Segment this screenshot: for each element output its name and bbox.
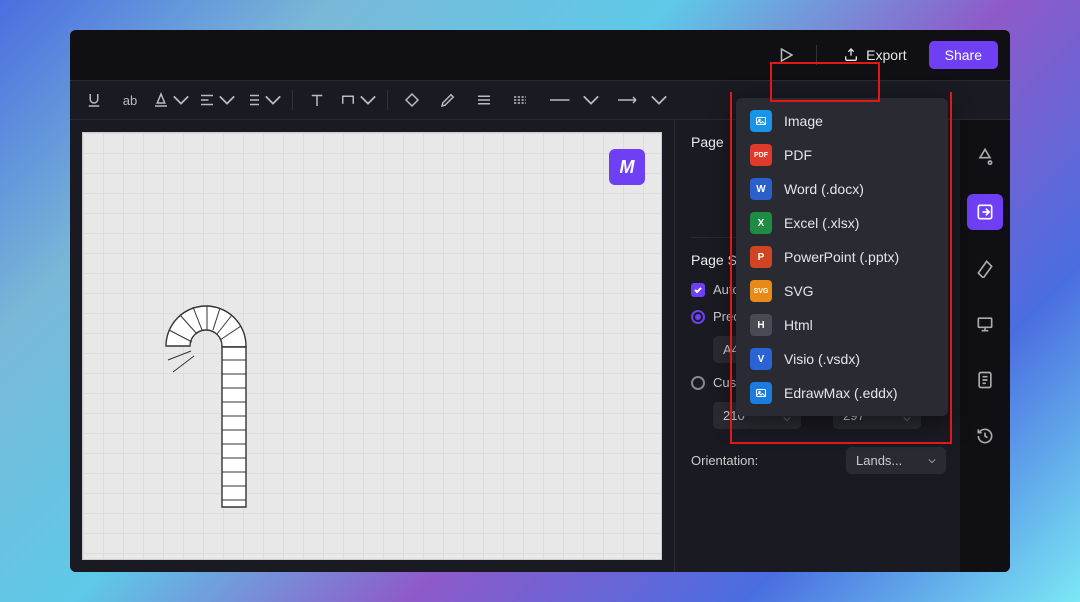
text-tool-button[interactable]: [301, 86, 333, 114]
chevron-down-icon: [928, 457, 936, 465]
export-menu-item-label: PowerPoint (.pptx): [784, 249, 899, 265]
file-type-icon: W: [750, 178, 772, 200]
share-label: Share: [945, 47, 982, 63]
underline-button[interactable]: [78, 86, 110, 114]
export-menu-item[interactable]: V Visio (.vsdx): [736, 342, 948, 376]
arrow-style-dropdown[interactable]: [608, 86, 672, 114]
canvas-viewport[interactable]: M: [70, 120, 674, 572]
export-menu-item[interactable]: W Word (.docx): [736, 172, 948, 206]
dash-button[interactable]: [504, 86, 536, 114]
export-menu-item[interactable]: EdrawMax (.eddx): [736, 376, 948, 410]
export-menu-item-label: EdrawMax (.eddx): [784, 385, 898, 401]
export-label: Export: [866, 47, 906, 63]
stroke-button[interactable]: [468, 86, 500, 114]
export-menu-item[interactable]: X Excel (.xlsx): [736, 206, 948, 240]
orientation-value: Lands...: [856, 453, 902, 468]
file-type-icon: [750, 110, 772, 132]
export-menu-item[interactable]: H Html: [736, 308, 948, 342]
play-button[interactable]: [770, 41, 802, 69]
title-bar: Export Share: [70, 30, 1010, 80]
file-type-icon: V: [750, 348, 772, 370]
file-type-icon: P: [750, 246, 772, 268]
export-menu-item-label: Word (.docx): [784, 181, 864, 197]
fill-button[interactable]: [396, 86, 428, 114]
strikethrough-button[interactable]: ab: [114, 86, 146, 114]
rail-document-icon[interactable]: [967, 362, 1003, 398]
export-menu-item-label: Image: [784, 113, 823, 129]
rail-export-icon[interactable]: [967, 194, 1003, 230]
app-logo-icon: M: [609, 149, 645, 185]
text-color-button[interactable]: [150, 86, 192, 114]
file-type-icon: [750, 382, 772, 404]
export-menu-item[interactable]: Image: [736, 104, 948, 138]
brush-button[interactable]: [432, 86, 464, 114]
rail-vector-icon[interactable]: [967, 250, 1003, 286]
export-menu-item[interactable]: SVG SVG: [736, 274, 948, 308]
export-menu-item-label: PDF: [784, 147, 812, 163]
list-button[interactable]: [242, 86, 284, 114]
rail-history-icon[interactable]: [967, 418, 1003, 454]
radio-selected-icon: [691, 310, 705, 324]
connector-button[interactable]: [337, 86, 379, 114]
file-type-icon: X: [750, 212, 772, 234]
candy-cane-shape[interactable]: [158, 298, 288, 558]
export-dropdown-menu: ImagePDFPDFWWord (.docx)XExcel (.xlsx)PP…: [736, 98, 948, 416]
radio-icon: [691, 376, 705, 390]
export-menu-item[interactable]: P PowerPoint (.pptx): [736, 240, 948, 274]
separator: [816, 45, 817, 65]
export-menu-item-label: Excel (.xlsx): [784, 215, 859, 231]
align-button[interactable]: [196, 86, 238, 114]
right-rail: [960, 120, 1010, 572]
export-icon: [843, 47, 859, 63]
export-menu-item-label: SVG: [784, 283, 814, 299]
file-type-icon: PDF: [750, 144, 772, 166]
file-type-icon: H: [750, 314, 772, 336]
export-button[interactable]: Export: [831, 41, 918, 69]
checkbox-checked-icon: [691, 283, 705, 297]
orientation-select[interactable]: Lands...: [846, 447, 946, 474]
line-style-dropdown[interactable]: [540, 86, 604, 114]
app-window: Export Share ab M: [70, 30, 1010, 572]
export-menu-item-label: Html: [784, 317, 813, 333]
orientation-label: Orientation:: [691, 453, 758, 468]
rail-fill-icon[interactable]: [967, 138, 1003, 174]
export-menu-item-label: Visio (.vsdx): [784, 351, 860, 367]
share-button[interactable]: Share: [929, 41, 998, 69]
separator: [292, 90, 293, 110]
canvas[interactable]: M: [82, 132, 662, 560]
separator: [387, 90, 388, 110]
export-menu-item[interactable]: PDF PDF: [736, 138, 948, 172]
file-type-icon: SVG: [750, 280, 772, 302]
rail-present-icon[interactable]: [967, 306, 1003, 342]
